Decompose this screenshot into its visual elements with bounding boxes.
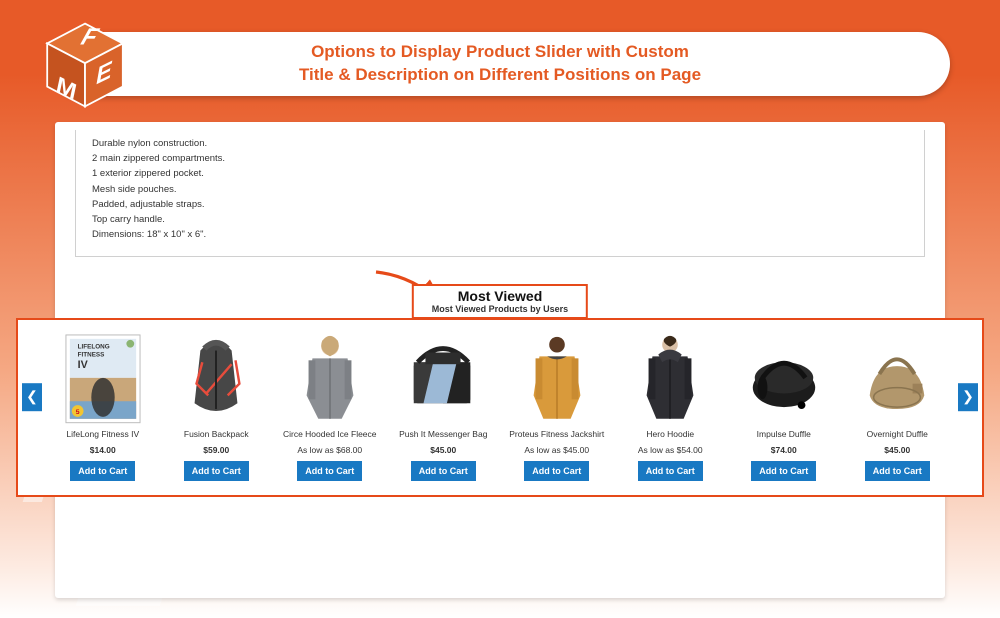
add-to-cart-button[interactable]: Add to Cart <box>865 461 930 481</box>
svg-text:IV: IV <box>77 359 88 371</box>
desc-line: Top carry handle. <box>92 212 910 227</box>
product-description-panel: Durable nylon construction. 2 main zippe… <box>75 130 925 257</box>
product-card[interactable]: Hero Hoodie As low as $54.00 Add to Cart <box>614 332 728 481</box>
banner-title-line1: Options to Display Product Slider with C… <box>311 42 689 61</box>
product-price: $59.00 <box>163 445 271 455</box>
slider-next-button[interactable]: ❯ <box>958 383 978 411</box>
slider-title-box: Most Viewed Most Viewed Products by User… <box>412 284 588 319</box>
product-image <box>631 332 709 426</box>
product-name: Push It Messenger Bag <box>390 430 498 442</box>
product-image <box>745 332 823 426</box>
product-card[interactable]: Fusion Backpack $59.00 Add to Cart <box>160 332 274 481</box>
page-banner: Options to Display Product Slider with C… <box>50 32 950 96</box>
product-slider: ❮ ❯ LIFELONG FITNESS IV <box>16 318 984 497</box>
product-name: LifeLong Fitness IV <box>49 430 157 442</box>
add-to-cart-button[interactable]: Add to Cart <box>184 461 249 481</box>
product-card[interactable]: Overnight Duffle $45.00 Add to Cart <box>841 332 955 481</box>
desc-line: Mesh side pouches. <box>92 182 910 197</box>
product-price: $74.00 <box>730 445 838 455</box>
product-price: $14.00 <box>49 445 157 455</box>
product-image <box>858 332 936 426</box>
fme-logo: F M E <box>40 20 130 110</box>
svg-text:5: 5 <box>76 409 80 416</box>
desc-line: 2 main zippered compartments. <box>92 151 910 166</box>
product-card[interactable]: Impulse Duffle $74.00 Add to Cart <box>727 332 841 481</box>
svg-text:FITNESS: FITNESS <box>77 352 104 359</box>
product-price: As low as $54.00 <box>617 445 725 455</box>
svg-text:LIFELONG: LIFELONG <box>77 344 109 351</box>
product-image: LIFELONG FITNESS IV 5 <box>64 332 142 426</box>
desc-line: 1 exterior zippered pocket. <box>92 166 910 181</box>
product-image <box>177 332 255 426</box>
product-name: Fusion Backpack <box>163 430 271 442</box>
add-to-cart-button[interactable]: Add to Cart <box>751 461 816 481</box>
product-image <box>404 332 482 426</box>
products-row: LIFELONG FITNESS IV 5 LifeLong Fitness I… <box>46 332 954 481</box>
desc-line: Dimensions: 18" x 10" x 6". <box>92 227 910 242</box>
product-card[interactable]: Push It Messenger Bag $45.00 Add to Cart <box>387 332 501 481</box>
desc-line: Durable nylon construction. <box>92 136 910 151</box>
product-name: Hero Hoodie <box>617 430 725 442</box>
product-card[interactable]: Proteus Fitness Jackshirt As low as $45.… <box>500 332 614 481</box>
chevron-left-icon: ❮ <box>26 388 38 405</box>
product-image <box>291 332 369 426</box>
product-price: $45.00 <box>390 445 498 455</box>
add-to-cart-button[interactable]: Add to Cart <box>297 461 362 481</box>
add-to-cart-button[interactable]: Add to Cart <box>524 461 589 481</box>
product-price: As low as $68.00 <box>276 445 384 455</box>
product-card[interactable]: LIFELONG FITNESS IV 5 LifeLong Fitness I… <box>46 332 160 481</box>
product-name: Circe Hooded Ice Fleece <box>276 430 384 442</box>
add-to-cart-button[interactable]: Add to Cart <box>70 461 135 481</box>
product-name: Proteus Fitness Jackshirt <box>503 430 611 442</box>
desc-line: Padded, adjustable straps. <box>92 197 910 212</box>
product-price: $45.00 <box>844 445 952 455</box>
chevron-right-icon: ❯ <box>962 388 974 405</box>
slider-subtitle: Most Viewed Products by Users <box>432 304 568 314</box>
product-price: As low as $45.00 <box>503 445 611 455</box>
slider-prev-button[interactable]: ❮ <box>22 383 42 411</box>
add-to-cart-button[interactable]: Add to Cart <box>411 461 476 481</box>
banner-title-line2: Title & Description on Different Positio… <box>299 65 701 84</box>
product-image <box>518 332 596 426</box>
slider-title: Most Viewed <box>432 289 568 304</box>
product-name: Overnight Duffle <box>844 430 952 442</box>
add-to-cart-button[interactable]: Add to Cart <box>638 461 703 481</box>
product-card[interactable]: Circe Hooded Ice Fleece As low as $68.00… <box>273 332 387 481</box>
product-name: Impulse Duffle <box>730 430 838 442</box>
